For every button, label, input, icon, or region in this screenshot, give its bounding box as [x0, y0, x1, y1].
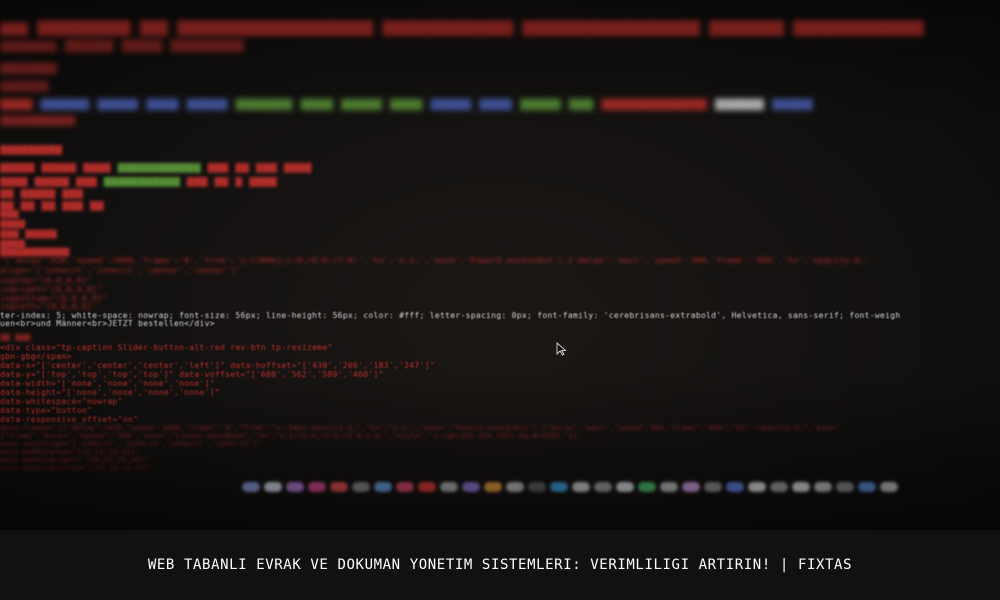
code-line: data-type="button" [0, 406, 93, 415]
vignette-overlay [0, 0, 1000, 530]
code-line: data-frames='[{"delay":1410,"speed":2000… [0, 424, 840, 432]
code-line: data-paddingbottom="[10,10,10,10]" [0, 464, 154, 472]
blurred-code-line: ▆▆▆▆▆▆▆▆▆ [0, 142, 63, 155]
code-line: data-paddingright="[35,35,35,35]" [0, 456, 149, 464]
code-line: data-height="['none','none','none','none… [0, 388, 221, 397]
blurred-code-line: ▆▆▆▆▆▆▆ [0, 60, 57, 75]
code-line: {"frame":"hover","speed":"300","ease":"L… [0, 432, 583, 440]
blurred-code-line: ▆▆▆▆▆ ▆▆▆▆▆ ▆▆▆▆ ▆▆▆▆▆▆▆▆▆▆▆▆ ▆▆▆ ▆▆ ▆▆▆… [0, 160, 312, 173]
code-screen-photo: ▆▆▆ ▇▇▇▇▇▇▇▇▇▇ ▇▇▇ ▇▇▇▇▇▇▇▇▇▇▇▇▇▇▇▇▇▇▇▇▇… [0, 0, 1000, 530]
code-line: data-textAlign="['inherit','inherit','in… [0, 440, 262, 448]
code-line: ingright="[0,0,0,0]" [0, 285, 103, 294]
code-line: ingleft="[0,0,0,0]" [0, 302, 98, 311]
blurred-code-line: ▆▆ ▆▆▆ [0, 332, 31, 341]
code-line: data-paddingtop="[12,12,12,12]" [0, 448, 140, 456]
code-line: uen<br>und Männer<br>JETZT bestellen</di… [0, 319, 215, 328]
code-line: data-width="['none','none','none','none'… [0, 379, 215, 388]
blurred-code-line: ▆▆▆▆▆▆ [0, 78, 49, 93]
caption-title: WEB TABANLI EVRAK VE DOKUMAN YONETIM SIS… [147, 557, 853, 573]
dock-bar [240, 478, 1000, 496]
blurred-code-line: ▆▆▆ ▇▇▇▇▇▇▇▇▇▇ ▇▇▇ ▇▇▇▇▇▇▇▇▇▇▇▇▇▇▇▇▇▇▇▇▇… [0, 18, 924, 36]
code-line: data-responsive_offset="on" [0, 415, 139, 424]
code-line: ingtop="[0,0,0,0]" [0, 276, 93, 285]
blurred-code-line: ▆▆▆▆ ▆▆▆▆▆▆ ▆▆▆▆▆ ▆▆▆▆ ▆▆▆▆▆ ▆▆▆▆▆▆▆ ▆▆▆… [0, 96, 813, 111]
caption-bar: WEB TABANLI EVRAK VE DOKUMAN YONETIM SIS… [0, 530, 1000, 600]
code-line: data-y="['top','top','top','top']" data-… [0, 370, 384, 379]
mouse-pointer-icon [556, 342, 567, 356]
code-line: align="['inherit','inherit','center','ce… [0, 266, 241, 275]
code-line: data-whitespace="nowrap" [0, 397, 123, 406]
code-line: gbn-gbg</span> [0, 352, 72, 361]
blurred-code-line: ▆▆▆▆▆▆▆▆▆▆ [0, 112, 76, 126]
code-line: "['delay':930,'speed':2000,'frame':'0','… [0, 256, 870, 265]
code-line: data-x="['center','center','center','lef… [0, 361, 435, 370]
blurred-code-line: ▆▆▆▆▆▆▆ ▇▇▇▇▇▇ ▇▇▇▇▇ ▇▇▇▇▇▇▇▇▇ [0, 38, 244, 53]
code-line: <div class="tp-caption Slider-button-alt… [0, 343, 333, 352]
